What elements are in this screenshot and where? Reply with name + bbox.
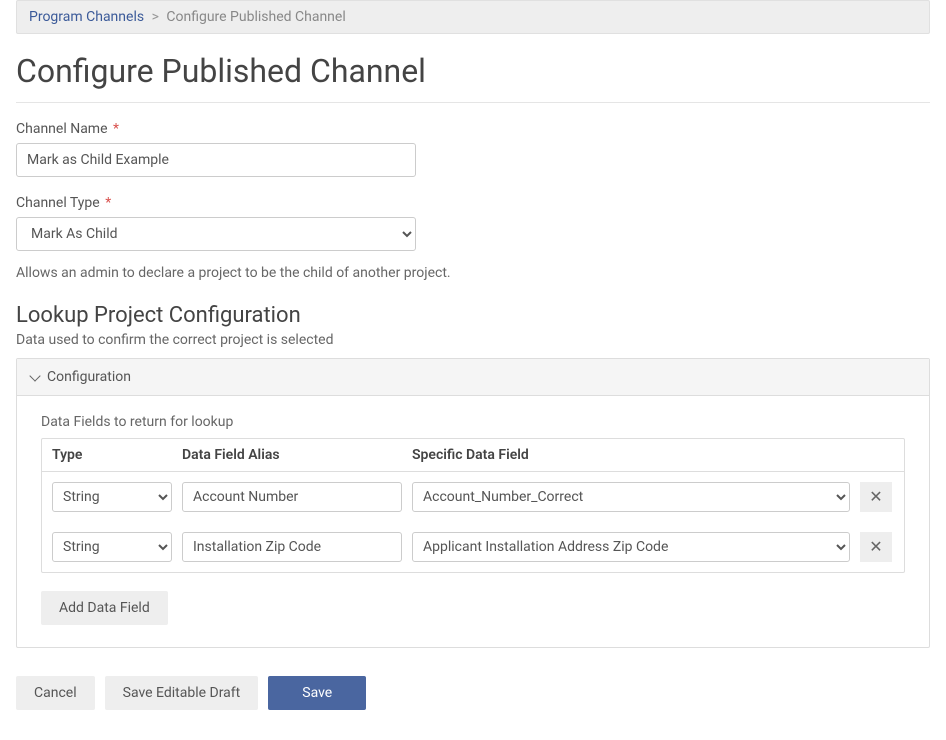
close-icon: ✕ xyxy=(869,487,882,507)
channel-type-label-text: Channel Type xyxy=(16,195,100,211)
channel-type-help: Allows an admin to declare a project to … xyxy=(16,265,930,281)
lookup-section-title: Lookup Project Configuration xyxy=(16,303,930,328)
breadcrumb: Program Channels > Configure Published C… xyxy=(16,0,930,34)
table-row: String Account_Number_Correct ✕ xyxy=(42,472,904,522)
required-marker: * xyxy=(105,195,111,211)
configuration-panel-header[interactable]: Configuration xyxy=(17,359,929,396)
configuration-panel-title: Configuration xyxy=(47,369,131,385)
breadcrumb-parent-link[interactable]: Program Channels xyxy=(29,9,144,25)
col-header-alias: Data Field Alias xyxy=(182,447,402,463)
col-header-type: Type xyxy=(52,447,172,463)
channel-type-group: Channel Type * Mark As Child xyxy=(16,195,930,251)
data-fields-table: Type Data Field Alias Specific Data Fiel… xyxy=(41,438,905,573)
row-type-select[interactable]: String xyxy=(52,482,172,512)
save-draft-button[interactable]: Save Editable Draft xyxy=(105,676,259,710)
panel-actions: Add Data Field xyxy=(41,591,905,625)
col-header-specific: Specific Data Field xyxy=(412,447,850,463)
remove-row-button[interactable]: ✕ xyxy=(860,532,892,562)
table-header-row: Type Data Field Alias Specific Data Fiel… xyxy=(42,439,904,472)
title-divider xyxy=(16,102,930,103)
breadcrumb-separator: > xyxy=(152,9,159,25)
row-type-select[interactable]: String xyxy=(52,532,172,562)
channel-type-label: Channel Type * xyxy=(16,195,930,211)
required-marker: * xyxy=(113,121,119,137)
close-icon: ✕ xyxy=(869,537,882,557)
row-alias-input[interactable] xyxy=(182,482,402,512)
channel-type-select[interactable]: Mark As Child xyxy=(16,217,416,251)
save-button[interactable]: Save xyxy=(268,676,366,710)
page-title: Configure Published Channel xyxy=(16,52,930,90)
add-data-field-button[interactable]: Add Data Field xyxy=(41,591,168,625)
row-alias-input[interactable] xyxy=(182,532,402,562)
row-specific-select[interactable]: Applicant Installation Address Zip Code xyxy=(412,532,850,562)
channel-name-label-text: Channel Name xyxy=(16,121,108,137)
configuration-panel-body: Data Fields to return for lookup Type Da… xyxy=(17,396,929,647)
cancel-button[interactable]: Cancel xyxy=(16,676,95,710)
data-fields-sublabel: Data Fields to return for lookup xyxy=(41,414,905,430)
channel-name-input[interactable] xyxy=(16,143,416,177)
table-row: String Applicant Installation Address Zi… xyxy=(42,522,904,572)
breadcrumb-current: Configure Published Channel xyxy=(166,9,345,25)
lookup-section-description: Data used to confirm the correct project… xyxy=(16,332,930,348)
footer-actions: Cancel Save Editable Draft Save xyxy=(16,676,930,710)
configuration-panel: Configuration Data Fields to return for … xyxy=(16,358,930,648)
chevron-down-icon xyxy=(29,370,40,381)
channel-name-group: Channel Name * xyxy=(16,121,930,177)
row-specific-select[interactable]: Account_Number_Correct xyxy=(412,482,850,512)
channel-name-label: Channel Name * xyxy=(16,121,930,137)
remove-row-button[interactable]: ✕ xyxy=(860,482,892,512)
